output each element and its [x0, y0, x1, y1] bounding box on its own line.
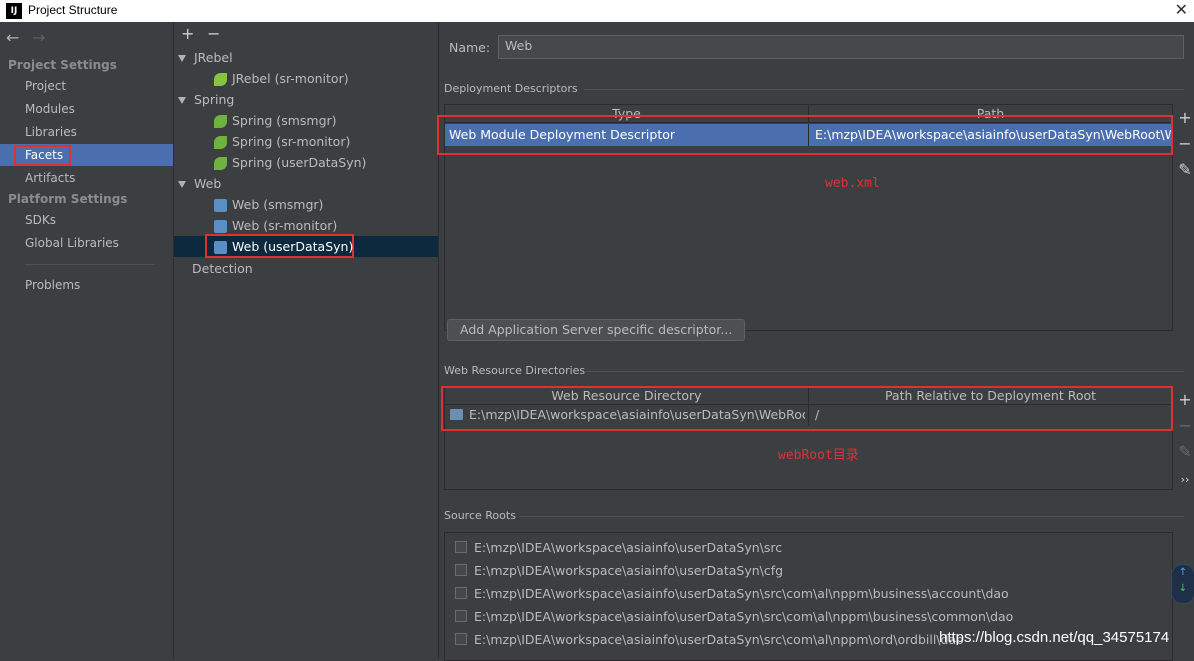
source-root-path: E:\mzp\IDEA\workspace\asiainfo\userDataS…	[474, 563, 784, 578]
nav-divider	[25, 264, 155, 265]
source-root-path: E:\mzp\IDEA\workspace\asiainfo\userDataS…	[474, 632, 964, 647]
jrebel-icon	[214, 73, 227, 86]
nav-item-modules[interactable]: Modules	[25, 102, 75, 116]
remove-descriptor-button[interactable]: −	[1175, 134, 1194, 154]
remove-facet-button[interactable]: −	[207, 24, 220, 43]
tree-item-label: JRebel (sr-monitor)	[232, 71, 349, 86]
annotation-webroot: webRoot目录	[778, 448, 859, 463]
settings-nav-pane: ← → Project Settings Project Modules Lib…	[0, 22, 174, 659]
scroll-navigation-button[interactable]: ↑ ↓	[1171, 564, 1194, 604]
tree-group-label: JRebel	[194, 50, 233, 65]
nav-item-project[interactable]: Project	[25, 79, 66, 93]
tree-item-label: Spring (userDataSyn)	[232, 155, 367, 170]
name-label: Name:	[449, 40, 491, 55]
edit-pencil-icon[interactable]: ✎	[1175, 442, 1194, 462]
tree-item-label: Spring (smsmgr)	[232, 113, 337, 128]
group-separator	[519, 516, 1184, 517]
source-root-checkbox[interactable]	[455, 564, 467, 576]
arrow-up-icon: ↑	[1178, 567, 1188, 578]
nav-item-problems[interactable]: Problems	[25, 278, 80, 292]
project-settings-header: Project Settings	[8, 58, 117, 72]
add-server-descriptor-button[interactable]: Add Application Server specific descript…	[447, 319, 746, 341]
tree-item-label: Web (userDataSyn)	[232, 239, 354, 254]
nav-item-facets[interactable]: Facets	[25, 148, 63, 162]
tree-item-spring-userdatasyn[interactable]: Spring (userDataSyn)	[214, 152, 366, 173]
web-facet-icon	[214, 220, 227, 233]
remove-resource-button[interactable]: −	[1175, 416, 1194, 436]
source-root-checkbox[interactable]	[455, 633, 467, 645]
source-root-path: E:\mzp\IDEA\workspace\asiainfo\userDataS…	[474, 609, 1014, 624]
tree-group-label: Web	[194, 176, 222, 191]
web-facet-icon	[214, 241, 227, 254]
nav-item-sdks[interactable]: SDKs	[25, 213, 56, 227]
platform-settings-header: Platform Settings	[8, 192, 128, 206]
add-facet-button[interactable]: +	[181, 24, 194, 43]
edit-pencil-icon[interactable]: ✎	[1175, 160, 1194, 180]
facets-tree-pane: + − JRebel JRebel (sr-monitor) Spring Sp…	[174, 22, 439, 659]
tree-item-web-sr-monitor[interactable]: Web (sr-monitor)	[214, 215, 337, 236]
tree-item-label: Web (smsmgr)	[232, 197, 324, 212]
tree-item-label: Spring (sr-monitor)	[232, 134, 351, 149]
annotation-box-deployment-descriptor	[437, 115, 1173, 155]
expand-triangle-icon	[178, 55, 186, 62]
tree-item-jrebel-sr-monitor[interactable]: JRebel (sr-monitor)	[214, 68, 349, 89]
source-root-checkbox[interactable]	[455, 610, 467, 622]
arrow-down-icon: ↓	[1178, 583, 1188, 594]
more-actions-button[interactable]: ››	[1175, 470, 1194, 490]
nav-item-libraries[interactable]: Libraries	[25, 125, 77, 139]
tree-item-web-userdatasyn[interactable]: Web (userDataSyn)	[214, 236, 353, 257]
source-root-checkbox[interactable]	[455, 541, 467, 553]
web-resource-directories-title: Web Resource Directories	[444, 364, 586, 377]
close-icon[interactable]: ✕	[1175, 0, 1188, 20]
nav-item-artifacts[interactable]: Artifacts	[25, 171, 75, 185]
spring-leaf-icon	[214, 115, 227, 128]
tree-item-detection[interactable]: Detection	[192, 258, 253, 279]
tree-item-spring-smsmgr[interactable]: Spring (smsmgr)	[214, 110, 337, 131]
facet-detail-pane: Name: Web Deployment Descriptors Type Pa…	[437, 22, 1194, 661]
title-bar: IJ Project Structure ✕	[0, 0, 1194, 22]
watermark-url: https://blog.csdn.net/qq_34575174	[939, 629, 1170, 646]
name-field[interactable]: Web	[498, 35, 1184, 59]
deployment-descriptors-title: Deployment Descriptors	[444, 82, 578, 95]
window-title: Project Structure	[28, 3, 118, 17]
intellij-app-icon: IJ	[6, 3, 22, 19]
source-root-path: E:\mzp\IDEA\workspace\asiainfo\userDataS…	[474, 540, 783, 555]
expand-triangle-icon	[178, 181, 186, 188]
annotation-web-xml: web.xml	[825, 176, 880, 191]
tree-item-label: Web (sr-monitor)	[232, 218, 338, 233]
add-resource-button[interactable]: +	[1175, 390, 1194, 410]
tree-group-spring[interactable]: Spring	[178, 89, 234, 110]
source-root-path: E:\mzp\IDEA\workspace\asiainfo\userDataS…	[474, 586, 1009, 601]
add-descriptor-button[interactable]: +	[1175, 108, 1194, 128]
nav-item-global-libraries[interactable]: Global Libraries	[25, 236, 119, 250]
tree-item-web-smsmgr[interactable]: Web (smsmgr)	[214, 194, 323, 215]
spring-leaf-icon	[214, 136, 227, 149]
spring-leaf-icon	[214, 157, 227, 170]
tree-group-label: Spring	[194, 92, 235, 107]
group-separator	[584, 371, 1184, 372]
web-facet-icon	[214, 199, 227, 212]
annotation-box-web-resource	[441, 386, 1173, 431]
source-roots-title: Source Roots	[444, 509, 516, 522]
group-separator	[584, 89, 1184, 90]
expand-triangle-icon	[178, 97, 186, 104]
back-arrow-icon[interactable]: ←	[6, 28, 19, 47]
source-root-checkbox[interactable]	[455, 587, 467, 599]
tree-group-jrebel[interactable]: JRebel	[178, 47, 233, 68]
tree-group-web[interactable]: Web	[178, 173, 221, 194]
tree-item-spring-sr-monitor[interactable]: Spring (sr-monitor)	[214, 131, 350, 152]
forward-arrow-icon[interactable]: →	[32, 28, 45, 47]
